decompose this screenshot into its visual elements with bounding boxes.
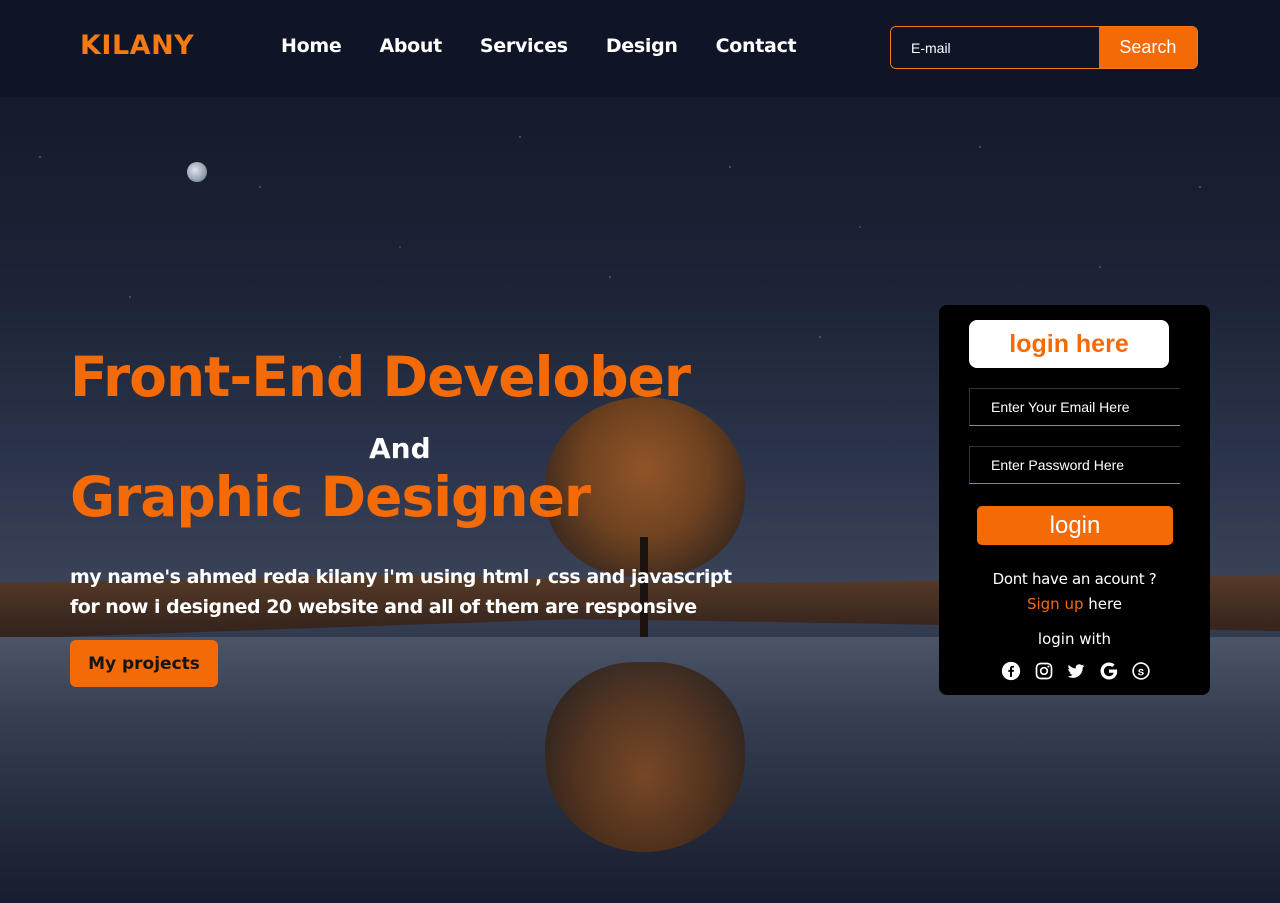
signup-link[interactable]: Sign up xyxy=(1027,595,1084,613)
hero-title-line1: Front-End Develober xyxy=(70,345,691,409)
login-card: login here login Dont have an acount ? S… xyxy=(939,305,1210,695)
login-email-field[interactable] xyxy=(969,388,1180,426)
search-button[interactable]: Search xyxy=(1098,27,1197,68)
nav-home[interactable]: Home xyxy=(281,35,342,57)
twitter-icon[interactable] xyxy=(1066,661,1086,681)
google-icon[interactable] xyxy=(1099,661,1119,681)
login-password-field[interactable] xyxy=(969,446,1180,484)
search-input[interactable] xyxy=(891,27,1099,68)
hero-title-line2: Graphic Designer xyxy=(70,465,591,529)
facebook-icon[interactable] xyxy=(1001,661,1021,681)
tree-reflection xyxy=(545,662,745,852)
search-form: Search xyxy=(890,26,1198,69)
hero-title-and: And xyxy=(369,432,431,465)
signup-suffix: here xyxy=(1083,595,1123,613)
social-login-icons xyxy=(1001,661,1151,681)
logo[interactable]: KILANY xyxy=(80,30,194,61)
signup-line: Sign up here xyxy=(939,595,1210,613)
login-button[interactable]: login xyxy=(977,506,1173,545)
main-nav: Home About Services Design Contact xyxy=(281,35,834,57)
nav-services[interactable]: Services xyxy=(480,35,568,57)
hero-description: my name's ahmed reda kilany i'm using ht… xyxy=(70,562,750,622)
nav-design[interactable]: Design xyxy=(606,35,678,57)
login-title: login here xyxy=(969,320,1169,368)
instagram-icon[interactable] xyxy=(1034,661,1054,681)
hero-description-line2: for now i designed 20 website and all of… xyxy=(70,596,697,618)
no-account-text: Dont have an acount ? xyxy=(992,570,1157,588)
nav-about[interactable]: About xyxy=(379,35,442,57)
login-with-label: login with xyxy=(1037,630,1112,648)
nav-contact[interactable]: Contact xyxy=(716,35,797,57)
my-projects-button[interactable]: My projects xyxy=(70,640,218,687)
moon-decoration xyxy=(187,162,207,182)
hero-description-line1: my name's ahmed reda kilany i'm using ht… xyxy=(70,566,732,588)
skype-icon[interactable] xyxy=(1131,661,1151,681)
site-header: KILANY Home About Services Design Contac… xyxy=(0,0,1280,97)
